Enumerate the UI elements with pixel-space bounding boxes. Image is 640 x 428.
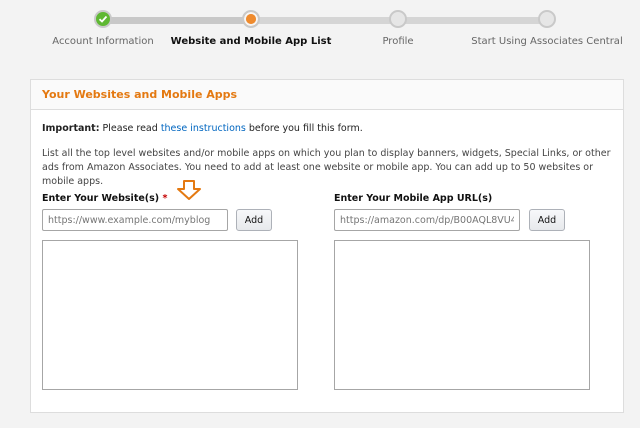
step-label-account-information: Account Information xyxy=(52,36,154,47)
step-1-complete-icon xyxy=(94,10,112,28)
important-text-post: before you fill this form. xyxy=(245,123,363,134)
apps-list[interactable] xyxy=(334,240,590,390)
important-text-pre: Please read xyxy=(99,123,161,134)
instructions-link[interactable]: these instructions xyxy=(161,123,246,134)
step-label-start-using: Start Using Associates Central xyxy=(471,36,623,47)
website-url-input[interactable] xyxy=(42,209,228,231)
required-mark: * xyxy=(162,193,168,204)
form-description: List all the top level websites and/or m… xyxy=(42,148,611,187)
step-label-website-app-list: Website and Mobile App List xyxy=(170,36,332,47)
arrow-down-icon xyxy=(177,180,201,200)
stepper-track-progress xyxy=(103,17,251,24)
panel-title: Your Websites and Mobile Apps xyxy=(42,88,238,101)
websites-list[interactable] xyxy=(42,240,298,390)
websites-apps-panel: Your Websites and Mobile Apps Important:… xyxy=(30,79,624,413)
panel-header: Your Websites and Mobile Apps xyxy=(31,80,623,110)
progress-stepper: Account Information Website and Mobile A… xyxy=(0,0,640,70)
step-2-current-icon xyxy=(242,10,260,28)
important-note: Important: Please read these instruction… xyxy=(42,123,363,134)
add-website-button[interactable]: Add xyxy=(236,209,272,231)
checkmark-icon xyxy=(98,15,108,23)
add-app-button[interactable]: Add xyxy=(529,209,565,231)
apps-label: Enter Your Mobile App URL(s) xyxy=(334,193,492,204)
websites-label: Enter Your Website(s) * xyxy=(42,193,167,204)
app-url-input[interactable] xyxy=(334,209,520,231)
step-4-pending-icon xyxy=(538,10,556,28)
websites-label-text: Enter Your Website(s) xyxy=(42,193,160,204)
apps-label-text: Enter Your Mobile App URL(s) xyxy=(334,193,493,204)
important-label: Important: xyxy=(42,123,100,134)
step-3-pending-icon xyxy=(389,10,407,28)
step-label-profile: Profile xyxy=(382,36,414,47)
